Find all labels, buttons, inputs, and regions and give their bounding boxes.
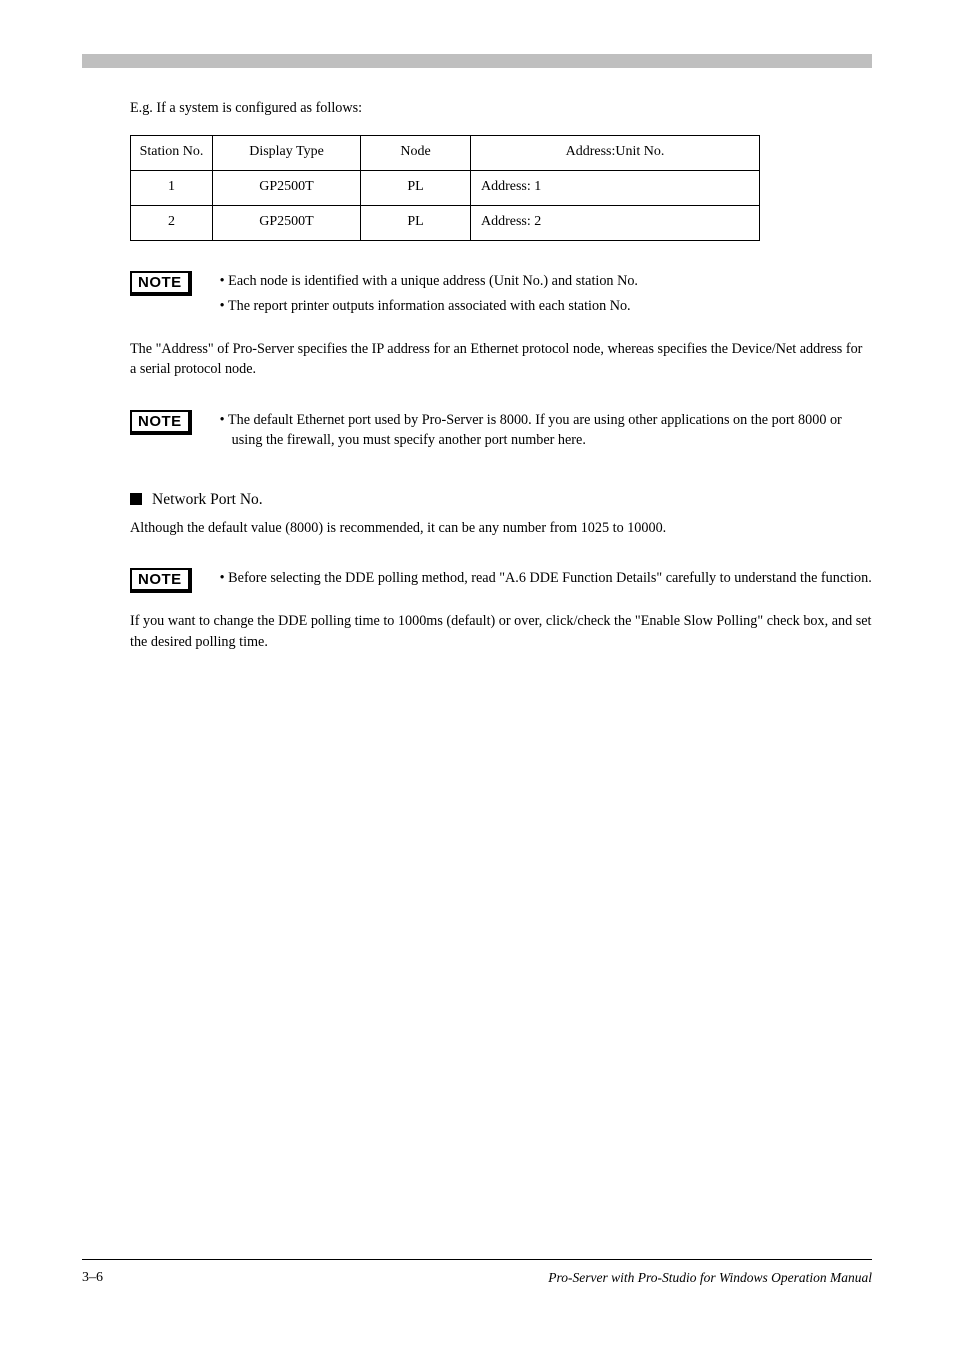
th-station-no: Station No. — [131, 135, 213, 170]
note-block-3: NOTE • Before selecting the DDE polling … — [130, 568, 872, 593]
paragraph-dde: If you want to change the DDE polling ti… — [130, 611, 872, 652]
header-stripe — [82, 54, 872, 68]
paragraph-address: The "Address" of Pro-Server specifies th… — [130, 339, 872, 380]
note-line: • Before selecting the DDE polling metho… — [220, 568, 872, 589]
note-line: • Each node is identified with a unique … — [220, 271, 872, 292]
note-block-1: NOTE • Each node is identified with a un… — [130, 271, 872, 320]
th-display-type: Display Type — [213, 135, 361, 170]
note-body: • The default Ethernet port used by Pro-… — [220, 410, 872, 455]
cell-display-type: GP2500T — [213, 170, 361, 205]
note-block-2: NOTE • The default Ethernet port used by… — [130, 410, 872, 455]
section-heading: Network Port No. — [130, 489, 872, 511]
note-line: • The report printer outputs information… — [220, 296, 872, 317]
footer-divider — [82, 1259, 872, 1260]
note-label-icon: NOTE — [130, 568, 192, 593]
page-content: E.g. If a system is configured as follow… — [82, 98, 872, 652]
intro-text: E.g. If a system is configured as follow… — [130, 98, 872, 119]
note-line: • The default Ethernet port used by Pro-… — [220, 410, 872, 451]
cell-display-type: GP2500T — [213, 206, 361, 241]
note-label-icon: NOTE — [130, 410, 192, 435]
paragraph-port: Although the default value (8000) is rec… — [130, 518, 872, 539]
cell-station-no: 1 — [131, 170, 213, 205]
cell-node: PL — [361, 206, 471, 241]
table-row: 1 GP2500T PL Address: 1 — [131, 170, 760, 205]
note-body: • Before selecting the DDE polling metho… — [220, 568, 872, 593]
note-label-icon: NOTE — [130, 271, 192, 296]
footer-manual-title: Pro-Server with Pro-Studio for Windows O… — [548, 1270, 872, 1286]
config-table: Station No. Display Type Node Address:Un… — [130, 135, 760, 242]
square-bullet-icon — [130, 493, 142, 505]
heading-text: Network Port No. — [152, 489, 263, 511]
cell-address: Address: 1 — [471, 170, 760, 205]
table-row: 2 GP2500T PL Address: 2 — [131, 206, 760, 241]
cell-station-no: 2 — [131, 206, 213, 241]
th-address: Address:Unit No. — [471, 135, 760, 170]
footer-page-number: 3–6 — [82, 1270, 103, 1286]
cell-address: Address: 2 — [471, 206, 760, 241]
table-header-row: Station No. Display Type Node Address:Un… — [131, 135, 760, 170]
cell-node: PL — [361, 170, 471, 205]
th-node: Node — [361, 135, 471, 170]
note-body: • Each node is identified with a unique … — [220, 271, 872, 320]
